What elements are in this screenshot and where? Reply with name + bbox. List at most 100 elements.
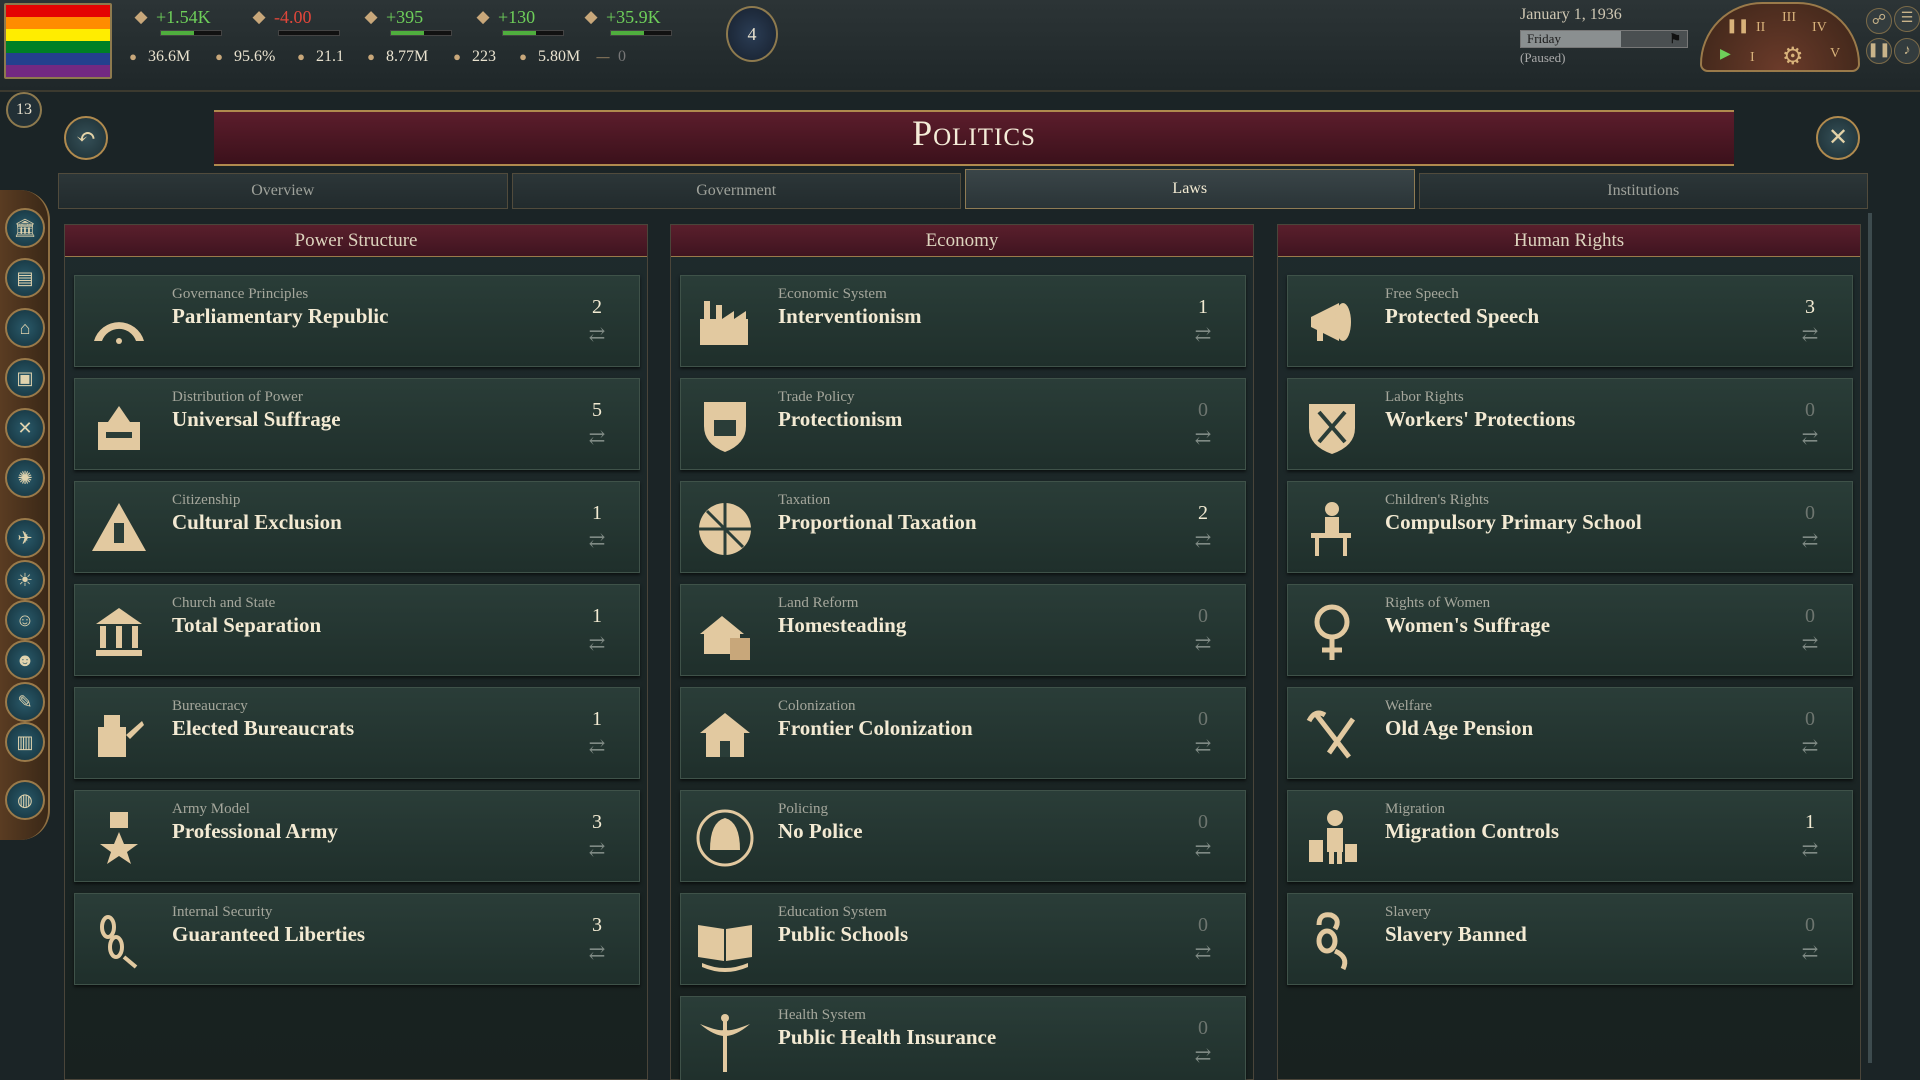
tab-overview[interactable]: Overview <box>58 173 508 209</box>
politics-nav-icon[interactable]: 🏛 <box>5 208 45 248</box>
music-icon[interactable]: ♪ <box>1894 38 1920 64</box>
stat-standard-of-living[interactable]: ● 21.1 <box>290 46 344 68</box>
budget-nav-icon[interactable]: ▥ <box>5 722 45 762</box>
law-card[interactable]: Policing No Police 0 ⇄ <box>680 790 1246 882</box>
change-law-icon[interactable]: ⇄ <box>585 736 609 758</box>
law-card[interactable]: Education System Public Schools 0 ⇄ <box>680 893 1246 985</box>
change-law-icon[interactable]: ⇄ <box>585 839 609 861</box>
speed-1-button[interactable]: I <box>1750 50 1755 66</box>
change-law-icon[interactable]: ⇄ <box>1798 736 1822 758</box>
change-law-icon[interactable]: ⇄ <box>1191 324 1215 346</box>
law-card[interactable]: Citizenship Cultural Exclusion 1 ⇄ <box>74 481 640 573</box>
speed-4-button[interactable]: IV <box>1812 20 1827 36</box>
law-card[interactable]: Church and State Total Separation 1 ⇄ <box>74 584 640 676</box>
change-law-icon[interactable]: ⇄ <box>1191 942 1215 964</box>
law-card[interactable]: Distribution of Power Universal Suffrage 5… <box>74 378 640 470</box>
stat-influence[interactable]: ◆ +395 <box>360 6 423 28</box>
law-card[interactable]: Army Model Professional Army 3 ⇄ <box>74 790 640 882</box>
law-card[interactable]: Land Reform Homesteading 0 ⇄ <box>680 584 1246 676</box>
innovation-nav-icon[interactable]: ☀ <box>5 560 45 600</box>
globe-nav-icon[interactable]: ◍ <box>5 780 45 820</box>
law-card[interactable]: Governance Principles Parliamentary Repub… <box>74 275 640 367</box>
country-flag[interactable] <box>4 3 112 79</box>
change-law-icon[interactable]: ⇄ <box>1191 633 1215 655</box>
play-icon[interactable]: ▶ <box>1720 46 1731 63</box>
close-button[interactable]: ✕ <box>1816 116 1860 160</box>
stat-authority[interactable]: ◆ +1.54K <box>130 6 210 28</box>
menu-icon[interactable]: ☰ <box>1894 6 1920 32</box>
military-nav-icon[interactable]: ✕ <box>5 408 45 448</box>
change-law-icon[interactable]: ⇄ <box>1191 530 1215 552</box>
law-category: Bureaucracy <box>172 698 248 714</box>
diplomacy-nav-icon[interactable]: ✺ <box>5 458 45 498</box>
stat-bureaucracy[interactable]: ◆ -4.00 <box>248 6 311 28</box>
stat-gdp[interactable]: ● 36.6M <box>122 46 190 68</box>
game-speed-dial[interactable]: ❚❚ II III IV V I ▶ ⚙ <box>1700 2 1860 72</box>
change-law-icon[interactable]: ⇄ <box>1798 324 1822 346</box>
pause-icon[interactable]: ❚❚ <box>1726 18 1749 35</box>
bureaucracy-icon: ◆ <box>252 7 266 26</box>
alerts-count-badge[interactable]: 13 <box>6 92 42 128</box>
tab-laws[interactable]: Laws <box>965 169 1415 209</box>
law-category: Welfare <box>1385 698 1433 714</box>
change-law-icon[interactable]: ⇄ <box>585 633 609 655</box>
cultures-nav-icon[interactable]: ☺ <box>5 600 45 640</box>
market-nav-icon[interactable]: ▤ <box>5 258 45 298</box>
law-option-count: 0 <box>1198 708 1208 730</box>
law-card[interactable]: Free Speech Protected Speech 3 ⇄ <box>1287 275 1853 367</box>
stat-army[interactable]: ● 223 <box>446 46 496 68</box>
law-card[interactable]: Taxation Proportional Taxation 2 ⇄ <box>680 481 1246 573</box>
change-law-icon[interactable]: ⇄ <box>585 530 609 552</box>
stat-value: 0 <box>618 48 626 65</box>
music-pause-icon[interactable]: ❚❚ <box>1866 38 1892 64</box>
change-law-icon[interactable]: ⇄ <box>1798 633 1822 655</box>
notification-count-badge[interactable]: 4 <box>726 6 778 62</box>
law-card[interactable]: Internal Security Guaranteed Liberties 3 ⇄ <box>74 893 640 985</box>
change-law-icon[interactable]: ⇄ <box>1191 736 1215 758</box>
change-law-icon[interactable]: ⇄ <box>585 324 609 346</box>
tab-government[interactable]: Government <box>511 173 961 209</box>
speed-3-button[interactable]: III <box>1782 10 1796 26</box>
journal-nav-icon[interactable]: ✎ <box>5 682 45 722</box>
change-law-icon[interactable]: ⇄ <box>1798 530 1822 552</box>
speed-5-button[interactable]: V <box>1830 46 1840 62</box>
law-card[interactable]: Children's Rights Compulsory Primary Scho… <box>1287 481 1853 573</box>
stat-prestige[interactable]: ● 5.80M <box>512 46 580 68</box>
law-card[interactable]: Health System Public Health Insurance 0 ⇄ <box>680 996 1246 1080</box>
prestige-icon: ● <box>519 49 527 64</box>
change-law-icon[interactable]: ⇄ <box>1191 839 1215 861</box>
change-law-icon[interactable]: ⇄ <box>585 427 609 449</box>
law-card[interactable]: Labor Rights Workers' Protections 0 ⇄ <box>1287 378 1853 470</box>
stat-convoy[interactable]: ◆ +130 <box>472 6 535 28</box>
tab-institutions[interactable]: Institutions <box>1418 173 1868 209</box>
change-law-icon[interactable]: ⇄ <box>1798 839 1822 861</box>
law-card[interactable]: Trade Policy Protectionism 0 ⇄ <box>680 378 1246 470</box>
law-card[interactable]: Welfare Old Age Pension 0 ⇄ <box>1287 687 1853 779</box>
change-law-icon[interactable]: ⇄ <box>1191 1045 1215 1067</box>
population-nav-icon[interactable]: ☻ <box>5 640 45 680</box>
industry-nav-icon[interactable]: ⌂ <box>5 308 45 348</box>
change-law-icon[interactable]: ⇄ <box>585 942 609 964</box>
stat-treasury[interactable]: ◆ +35.9K <box>580 6 660 28</box>
change-law-icon[interactable]: ⇄ <box>1191 427 1215 449</box>
law-name: Cultural Exclusion <box>172 510 342 534</box>
bird-nav-icon[interactable]: ✈ <box>5 518 45 558</box>
law-card[interactable]: Migration Migration Controls 1 ⇄ <box>1287 790 1853 882</box>
panel-scrollbar[interactable] <box>1868 213 1872 1063</box>
stat-population[interactable]: ● 8.77M <box>360 46 428 68</box>
back-button[interactable]: ↶ <box>64 116 108 160</box>
change-law-icon[interactable]: ⇄ <box>1798 427 1822 449</box>
law-card[interactable]: Bureaucracy Elected Bureaucrats 1 ⇄ <box>74 687 640 779</box>
stat-zero-counter[interactable]: —0 <box>592 46 627 68</box>
law-card[interactable]: Slavery Slavery Banned 0 ⇄ <box>1287 893 1853 985</box>
outliner-icon[interactable]: ☍ <box>1866 8 1892 34</box>
law-card[interactable]: Rights of Women Women's Suffrage 0 ⇄ <box>1287 584 1853 676</box>
change-law-icon[interactable]: ⇄ <box>1798 942 1822 964</box>
speed-2-button[interactable]: II <box>1756 20 1765 36</box>
stat-literacy[interactable]: ● 95.6% <box>208 46 275 68</box>
law-name: Women's Suffrage <box>1385 613 1551 637</box>
date-display: January 1, 1936 Friday ⚑ (Paused) <box>1520 6 1690 66</box>
trade-nav-icon[interactable]: ▣ <box>5 358 45 398</box>
law-card[interactable]: Colonization Frontier Colonization 0 ⇄ <box>680 687 1246 779</box>
law-card[interactable]: Economic System Interventionism 1 ⇄ <box>680 275 1246 367</box>
